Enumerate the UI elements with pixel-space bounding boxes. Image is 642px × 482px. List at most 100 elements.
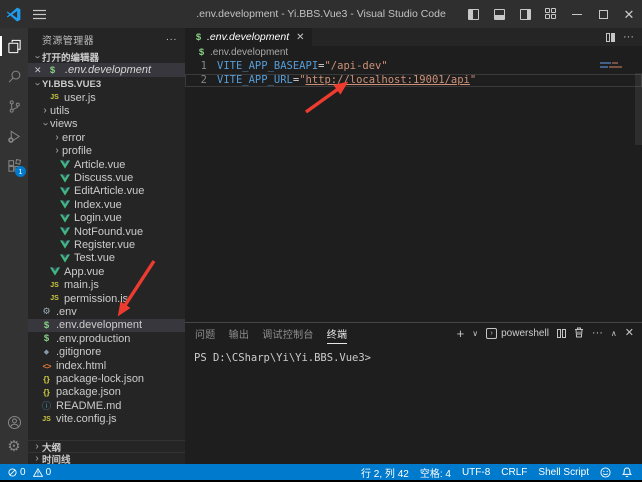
tree-item--gitignore[interactable]: ◆.gitignore xyxy=(28,345,185,358)
timeline-section-header[interactable]: › 时间线 xyxy=(28,452,185,464)
panel-tab-terminal-active[interactable]: 终端 xyxy=(327,323,348,344)
feedback-icon[interactable] xyxy=(600,467,611,478)
tree-item-main-js[interactable]: JSmain.js xyxy=(28,278,185,291)
code-link[interactable]: http://localhost:19001/api xyxy=(306,74,470,88)
source-control-icon[interactable] xyxy=(0,94,28,118)
status-item-2[interactable]: UTF-8 xyxy=(462,467,490,478)
terminal-output[interactable]: PS D:\CSharp\Yi\Yi.BBS.Vue3> xyxy=(185,344,642,464)
tree-item-discuss-vue[interactable]: Discuss.vue xyxy=(28,171,185,184)
warning-icon xyxy=(33,468,43,477)
tree-item-test-vue[interactable]: Test.vue xyxy=(28,252,185,265)
account-icon[interactable] xyxy=(0,410,28,434)
chevron-right-icon: › xyxy=(52,146,62,156)
file-tree: JSuser.js›utils›views›error›profileArtic… xyxy=(28,91,185,440)
file-name: user.js xyxy=(64,92,96,104)
status-item-4[interactable]: Shell Script xyxy=(538,467,589,478)
close-icon[interactable]: ✕ xyxy=(34,65,46,76)
tree-item-profile[interactable]: ›profile xyxy=(28,145,185,158)
file-name: NotFound.vue xyxy=(74,226,143,238)
chevron-down-icon: › xyxy=(32,79,42,89)
panel-more-actions-icon[interactable]: ··· xyxy=(592,328,603,339)
tree-item-utils[interactable]: ›utils xyxy=(28,104,185,117)
tree-item-index-html[interactable]: <>index.html xyxy=(28,359,185,372)
toggle-panel-icon[interactable] xyxy=(486,0,512,28)
extensions-icon[interactable]: 1 xyxy=(0,154,28,178)
tree-item--env[interactable]: ⚙.env xyxy=(28,305,185,318)
explorer-icon[interactable] xyxy=(0,34,28,58)
editor-more-actions-icon[interactable]: ··· xyxy=(623,31,634,43)
open-editor-item[interactable]: ✕ $ .env.development xyxy=(28,63,185,77)
close-panel-icon[interactable]: ✕ xyxy=(625,328,634,339)
vue-file-icon xyxy=(58,227,71,236)
tab-env-development[interactable]: $ .env.development ✕ xyxy=(185,28,312,46)
terminal-powershell-item[interactable]: › powershell xyxy=(486,328,549,339)
notifications-bell-icon[interactable] xyxy=(622,467,632,478)
tree-item-article-vue[interactable]: Article.vue xyxy=(28,158,185,171)
tree-item-user-js[interactable]: JSuser.js xyxy=(28,91,185,104)
run-debug-icon[interactable] xyxy=(0,124,28,148)
extensions-badge: 1 xyxy=(15,166,26,177)
tree-item-package-json[interactable]: {}package.json xyxy=(28,386,185,399)
gear-file-icon: ⚙ xyxy=(40,306,53,317)
tree-item-register-vue[interactable]: Register.vue xyxy=(28,238,185,251)
problems-status[interactable]: 0 0 xyxy=(8,467,51,478)
toggle-secondary-sidebar-icon[interactable] xyxy=(512,0,538,28)
project-section-header[interactable]: › YI.BBS.VUE3 xyxy=(28,77,185,91)
tree-item-package-lock-json[interactable]: {}package-lock.json xyxy=(28,372,185,385)
tree-item-login-vue[interactable]: Login.vue xyxy=(28,212,185,225)
status-item-1[interactable]: 空格: 4 xyxy=(420,465,451,480)
file-name: views xyxy=(50,118,78,130)
open-editors-section-header[interactable]: › 打开的编辑器 xyxy=(28,50,185,63)
panel-tab-item[interactable]: 输出 xyxy=(229,323,250,344)
code-token: VITE_APP_URL xyxy=(217,74,293,88)
terminal-profile-dropdown-icon[interactable]: ∨ xyxy=(472,330,478,338)
code-line-2[interactable]: 2VITE_APP_URL="http://localhost:19001/ap… xyxy=(185,74,642,88)
split-editor-icon[interactable] xyxy=(606,33,615,42)
sidebar-title: 资源管理器 xyxy=(42,32,94,47)
code-line-1[interactable]: 1VITE_APP_BASEAPI="/api-dev" xyxy=(185,60,642,74)
customize-layout-icon[interactable] xyxy=(538,0,564,28)
sidebar-more-actions-icon[interactable]: ··· xyxy=(166,34,177,45)
breadcrumb[interactable]: $ .env.development xyxy=(185,46,642,59)
search-icon[interactable] xyxy=(0,64,28,88)
menu-hamburger-icon[interactable] xyxy=(26,9,52,20)
vscode-window: .env.development - Yi.BBS.Vue3 - Visual … xyxy=(0,0,642,482)
window-minimize-button[interactable] xyxy=(564,0,590,28)
toggle-sidebar-icon[interactable] xyxy=(460,0,486,28)
file-name: .env.production xyxy=(56,333,130,345)
tree-item-editarticle-vue[interactable]: EditArticle.vue xyxy=(28,185,185,198)
file-name: permission.js xyxy=(64,293,128,305)
tree-item-readme-md[interactable]: ⓘREADME.md xyxy=(28,399,185,412)
vue-file-icon xyxy=(48,267,61,276)
panel-tab-item[interactable]: 调试控制台 xyxy=(262,323,314,344)
tree-item--env-development[interactable]: $.env.development xyxy=(28,319,185,332)
kill-terminal-trash-icon[interactable] xyxy=(574,327,584,341)
vue-file-icon xyxy=(58,200,71,209)
json-file-icon: {} xyxy=(40,374,53,384)
tree-item-error[interactable]: ›error xyxy=(28,131,185,144)
maximize-panel-icon[interactable]: ∧ xyxy=(611,330,617,338)
status-item-3[interactable]: CRLF xyxy=(501,467,527,478)
tree-item--env-production[interactable]: $.env.production xyxy=(28,332,185,345)
minimap[interactable] xyxy=(600,62,630,70)
new-terminal-icon[interactable]: + xyxy=(457,327,465,340)
tree-item-app-vue[interactable]: App.vue xyxy=(28,265,185,278)
tree-item-notfound-vue[interactable]: NotFound.vue xyxy=(28,225,185,238)
editor-content[interactable]: 1VITE_APP_BASEAPI="/api-dev"2 VITE_APP_UR… xyxy=(185,59,642,322)
status-item-0[interactable]: 行 2, 列 42 xyxy=(361,465,409,480)
editor-scrollbar[interactable] xyxy=(635,73,642,145)
vue-file-icon xyxy=(58,214,71,223)
line-number: 2 xyxy=(185,74,207,88)
panel-tab-item[interactable]: 问题 xyxy=(195,323,216,344)
tree-item-permission-js[interactable]: JSpermission.js xyxy=(28,292,185,305)
window-maximize-button[interactable] xyxy=(590,0,616,28)
tree-item-index-vue[interactable]: Index.vue xyxy=(28,198,185,211)
split-terminal-icon[interactable] xyxy=(557,329,566,338)
settings-gear-icon[interactable]: ⚙ xyxy=(0,434,28,458)
window-close-button[interactable]: ✕ xyxy=(616,0,642,28)
outline-section-header[interactable]: › 大纲 xyxy=(28,440,185,452)
tree-item-vite-config-js[interactable]: JSvite.config.js xyxy=(28,412,185,425)
tree-item-views[interactable]: ›views xyxy=(28,118,185,131)
file-name: EditArticle.vue xyxy=(74,185,144,197)
tab-close-icon[interactable]: ✕ xyxy=(296,32,304,43)
